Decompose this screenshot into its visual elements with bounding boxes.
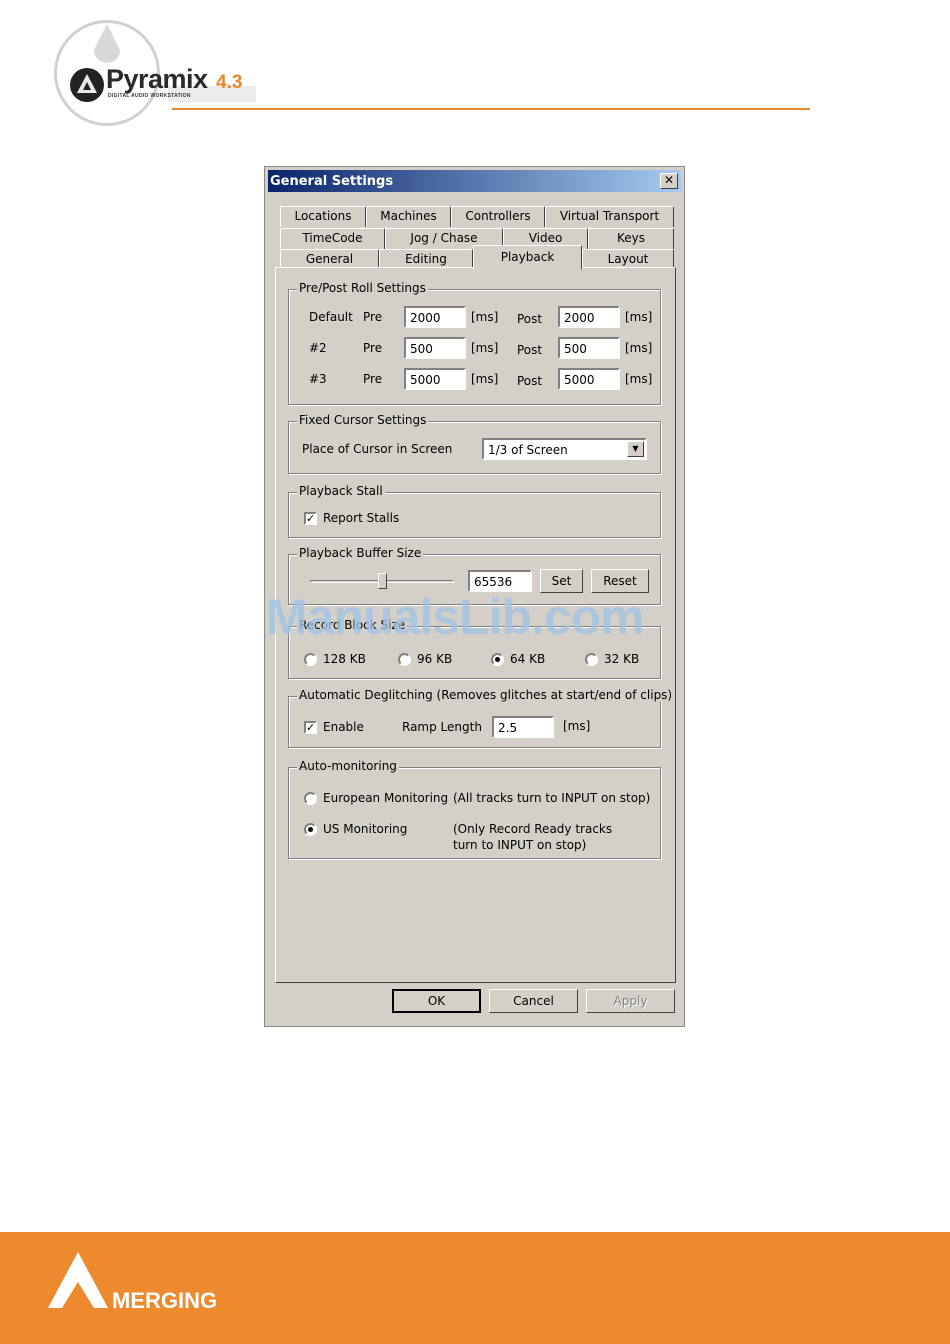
close-button[interactable]: ✕ (660, 173, 678, 189)
preroll-group: Pre/Post Roll Settings Default Pre 2000 … (288, 281, 661, 405)
preroll-2-pre-input[interactable]: 500 (404, 337, 466, 359)
chevron-down-icon[interactable]: ▼ (627, 441, 644, 457)
ramp-length-input[interactable]: 2.5 (492, 716, 554, 738)
unit-label: [ms] (471, 372, 499, 386)
european-monitoring-radio[interactable] (304, 792, 317, 805)
tab-machines[interactable]: Machines (366, 206, 451, 227)
footer-brand: MERGING (112, 1288, 218, 1313)
buffer-group-label: Playback Buffer Size (297, 546, 424, 560)
tab-locations[interactable]: Locations (280, 206, 366, 227)
cursor-place-select[interactable]: 1/3 of Screen ▼ (482, 438, 647, 460)
unit-label: [ms] (625, 341, 653, 355)
block-128-label: 128 KB (323, 652, 366, 666)
preroll-3-post-input[interactable]: 5000 (558, 368, 620, 390)
stall-group-label: Playback Stall (297, 484, 385, 498)
cursor-group: Fixed Cursor Settings Place of Cursor in… (288, 413, 661, 474)
post-label: Post (517, 343, 543, 357)
brand-subtitle: DIGITAL AUDIO WORKSTATION (108, 93, 191, 99)
us-monitoring-desc-1: (Only Record Ready tracks (453, 822, 613, 836)
preroll-default-pre-input[interactable]: 2000 (404, 306, 466, 328)
pre-label: Pre (363, 341, 383, 355)
cursor-place-value: 1/3 of Screen (488, 443, 568, 457)
unit-label: [ms] (471, 310, 499, 324)
tab-timecode[interactable]: TimeCode (280, 228, 385, 249)
deglitch-group: Automatic Deglitching (Removes glitches … (288, 688, 675, 748)
monitoring-group: Auto-monitoring European Monitoring (All… (288, 759, 661, 859)
footer-band: MERGING (0, 1232, 950, 1344)
merging-logo-icon (48, 1252, 108, 1308)
report-stalls-label: Report Stalls (323, 511, 400, 525)
stall-group: Playback Stall ✓ Report Stalls (288, 484, 661, 538)
unit-label: [ms] (625, 372, 653, 386)
tab-virtual-transport[interactable]: Virtual Transport (545, 206, 674, 227)
preroll-3-pre-input[interactable]: 5000 (404, 368, 466, 390)
post-label: Post (517, 312, 543, 326)
cursor-place-label: Place of Cursor in Screen (302, 442, 453, 456)
us-monitoring-radio[interactable] (304, 823, 317, 836)
preroll-2-post-input[interactable]: 500 (558, 337, 620, 359)
block-128-radio[interactable] (304, 653, 317, 666)
pyramix-badge-icon (70, 68, 104, 102)
us-monitoring-label: US Monitoring (323, 822, 408, 836)
apply-button[interactable]: Apply (586, 989, 675, 1013)
unit-label: [ms] (471, 341, 499, 355)
cancel-button[interactable]: Cancel (489, 989, 578, 1013)
european-monitoring-desc: (All tracks turn to INPUT on stop) (453, 791, 651, 805)
deglitch-enable-label: Enable (323, 720, 364, 734)
tab-keys[interactable]: Keys (588, 228, 674, 249)
cursor-group-label: Fixed Cursor Settings (297, 413, 429, 427)
close-icon: ✕ (663, 173, 675, 187)
post-label: Post (517, 374, 543, 388)
us-monitoring-desc-2: turn to INPUT on stop) (453, 838, 587, 852)
tab-playback[interactable]: Playback (473, 245, 582, 269)
tab-controllers[interactable]: Controllers (451, 206, 545, 227)
preroll-group-label: Pre/Post Roll Settings (297, 281, 428, 295)
deglitch-group-label: Automatic Deglitching (Removes glitches … (297, 688, 675, 702)
row-label: #3 (309, 372, 327, 386)
watermark: ManualsLib.com (266, 589, 645, 645)
buffer-slider-handle[interactable] (378, 573, 387, 589)
row-label: #2 (309, 341, 327, 355)
block-32-radio[interactable] (585, 653, 598, 666)
ramp-unit-label: [ms] (563, 719, 591, 733)
deglitch-enable-checkbox[interactable]: ✓ (304, 721, 317, 734)
block-32-label: 32 KB (604, 652, 640, 666)
pre-label: Pre (363, 310, 383, 324)
unit-label: [ms] (625, 310, 653, 324)
block-64-label: 64 KB (510, 652, 546, 666)
block-96-label: 96 KB (417, 652, 453, 666)
title-bar[interactable]: General Settings ✕ (268, 170, 681, 192)
pre-label: Pre (363, 372, 383, 386)
monitoring-group-label: Auto-monitoring (297, 759, 399, 773)
ramp-length-label: Ramp Length (402, 720, 482, 734)
report-stalls-checkbox[interactable]: ✓ (304, 512, 317, 525)
block-96-radio[interactable] (398, 653, 411, 666)
ok-button[interactable]: OK (392, 989, 481, 1013)
dialog-title: General Settings (270, 174, 394, 189)
brand-version: 4.3 (216, 72, 243, 93)
block-64-radio[interactable] (491, 653, 504, 666)
preroll-default-post-input[interactable]: 2000 (558, 306, 620, 328)
logo-drop-icon (94, 24, 120, 63)
european-monitoring-label: European Monitoring (323, 791, 449, 805)
brand-name: Pyramix (106, 64, 208, 94)
header-rule (172, 108, 810, 110)
row-label: Default (309, 310, 353, 324)
